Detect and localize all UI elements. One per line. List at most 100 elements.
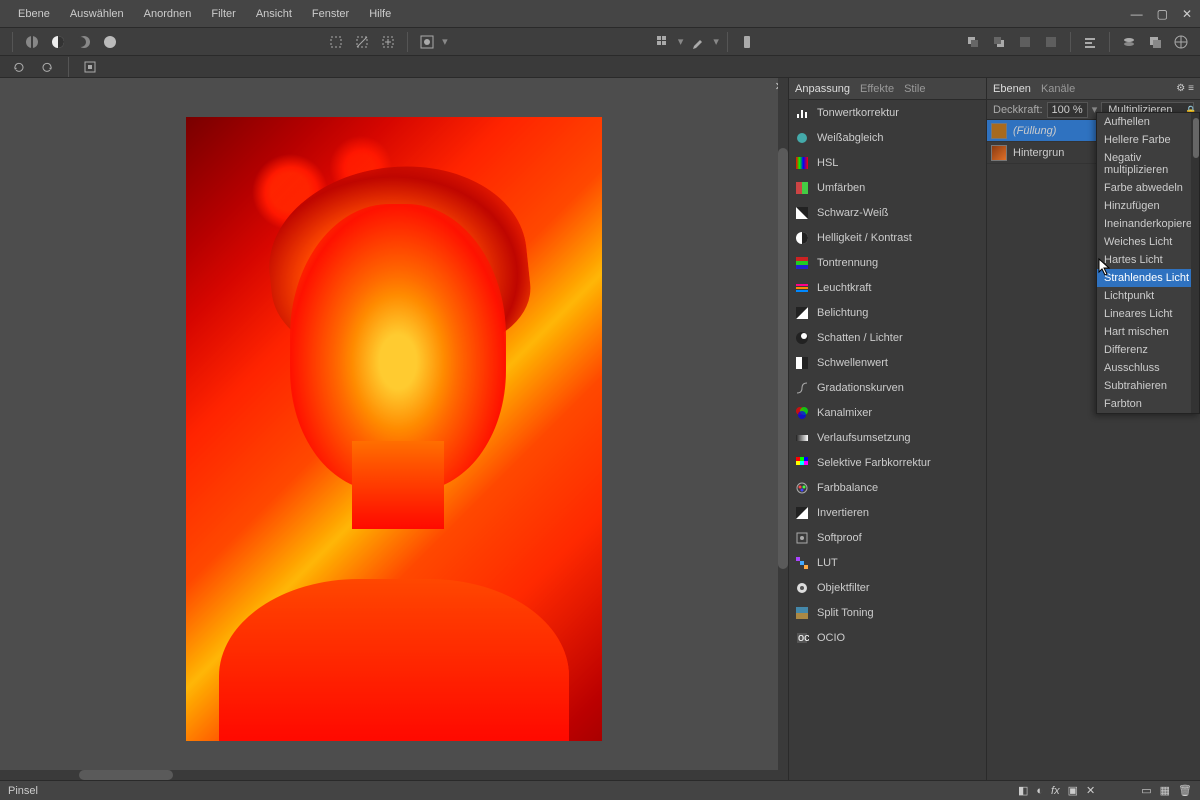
blend-option[interactable]: Hart mischen xyxy=(1097,323,1199,341)
adjustment-item-curves[interactable]: Gradationskurven xyxy=(789,375,986,400)
blend-option[interactable]: Ineinanderkopieren xyxy=(1097,215,1199,233)
adjustment-item-colorbal[interactable]: Farbbalance xyxy=(789,475,986,500)
panel-settings-icon[interactable]: ⚙ xyxy=(1176,83,1185,94)
align-disabled-2-icon xyxy=(1040,31,1062,53)
status-icon-1[interactable]: ◧ xyxy=(1018,784,1028,797)
dropdown-scrollbar[interactable] xyxy=(1193,118,1199,158)
info-icon[interactable] xyxy=(736,31,758,53)
reset-icon[interactable] xyxy=(8,56,30,78)
blend-option[interactable]: Ausschluss xyxy=(1097,359,1199,377)
adjustment-item-threshold[interactable]: Schwellenwert xyxy=(789,350,986,375)
blend-option[interactable]: Differenz xyxy=(1097,341,1199,359)
blend-option[interactable]: Farbe abwedeln xyxy=(1097,179,1199,197)
tab-kanaele[interactable]: Kanäle xyxy=(1041,83,1075,95)
menu-auswaehlen[interactable]: Auswählen xyxy=(60,8,134,20)
layers-stack-icon[interactable] xyxy=(1118,31,1140,53)
panel-menu-icon[interactable]: ≡ xyxy=(1188,83,1194,94)
adjustment-item-invert[interactable]: Invertieren xyxy=(789,500,986,525)
menu-anordnen[interactable]: Anordnen xyxy=(134,8,202,20)
tab-ebenen[interactable]: Ebenen xyxy=(993,83,1031,95)
blend-option[interactable]: Strahlendes Licht xyxy=(1097,269,1199,287)
grid-icon[interactable] xyxy=(652,31,674,53)
blend-option[interactable]: Hellere Farbe xyxy=(1097,131,1199,149)
adjustment-item-bw[interactable]: Schwarz-Weiß xyxy=(789,200,986,225)
adjustment-label: Schatten / Lichter xyxy=(817,332,903,344)
menu-ebene[interactable]: Ebene xyxy=(8,8,60,20)
adjustment-item-gradmap[interactable]: Verlaufsumsetzung xyxy=(789,425,986,450)
minimize-button[interactable]: — xyxy=(1131,7,1143,21)
tool-moon-icon[interactable] xyxy=(73,31,95,53)
maximize-button[interactable]: ▢ xyxy=(1157,7,1168,21)
tool-circle-solid-icon[interactable] xyxy=(99,31,121,53)
adjustment-item-channelmix[interactable]: Kanalmixer xyxy=(789,400,986,425)
status-icon-fx[interactable]: fx xyxy=(1051,785,1060,797)
globe-icon[interactable] xyxy=(1170,31,1192,53)
svg-text:oc: oc xyxy=(798,632,809,644)
adjustment-label: OCIO xyxy=(817,632,845,644)
adjustment-item-vibrance[interactable]: Leuchtkraft xyxy=(789,275,986,300)
adjustment-label: Invertieren xyxy=(817,507,869,519)
levels-icon xyxy=(795,106,809,120)
context-bar xyxy=(0,56,1200,78)
adjustment-item-levels[interactable]: Tonwertkorrektur xyxy=(789,100,986,125)
blend-option[interactable]: Weiches Licht xyxy=(1097,233,1199,251)
tool-contrast-icon[interactable] xyxy=(47,31,69,53)
menu-hilfe[interactable]: Hilfe xyxy=(359,8,401,20)
adjustment-item-softproof[interactable]: Softproof xyxy=(789,525,986,550)
scrollbar-horizontal[interactable] xyxy=(0,770,788,780)
layers-copy-icon[interactable] xyxy=(1144,31,1166,53)
blend-option[interactable]: Subtrahieren xyxy=(1097,377,1199,395)
adjustment-item-wb[interactable]: Weißabgleich xyxy=(789,125,986,150)
status-icon-4[interactable]: ▣ xyxy=(1068,784,1078,797)
adjustment-item-exposure[interactable]: Belichtung xyxy=(789,300,986,325)
adjustment-item-shadows[interactable]: Schatten / Lichter xyxy=(789,325,986,350)
status-icon-add[interactable]: ▦ xyxy=(1160,784,1170,797)
opacity-value[interactable]: 100 % xyxy=(1047,102,1088,118)
status-icon-trash[interactable]: 🗑 xyxy=(1178,784,1192,797)
menu-ansicht[interactable]: Ansicht xyxy=(246,8,302,20)
blend-option[interactable]: Lichtpunkt xyxy=(1097,287,1199,305)
adjustment-item-split[interactable]: Split Toning xyxy=(789,600,986,625)
blend-option[interactable]: Lineares Licht xyxy=(1097,305,1199,323)
ocio-icon: oc xyxy=(795,631,809,645)
align-back-icon[interactable] xyxy=(988,31,1010,53)
selection-rect-icon[interactable] xyxy=(325,31,347,53)
adjustment-label: LUT xyxy=(817,557,838,569)
menu-filter[interactable]: Filter xyxy=(201,8,245,20)
align-front-icon[interactable] xyxy=(962,31,984,53)
layer-thumb-icon xyxy=(991,145,1007,161)
blend-option[interactable]: Hartes Licht xyxy=(1097,251,1199,269)
adjustment-item-lut[interactable]: LUT xyxy=(789,550,986,575)
tab-anpassung[interactable]: Anpassung xyxy=(795,83,850,95)
blend-option[interactable]: Farbton xyxy=(1097,395,1199,413)
lut-icon xyxy=(795,556,809,570)
adjustment-item-lens[interactable]: Objektfilter xyxy=(789,575,986,600)
redo-icon[interactable] xyxy=(36,56,58,78)
close-button[interactable]: ✕ xyxy=(1182,7,1192,21)
blend-option[interactable]: Aufhellen xyxy=(1097,113,1199,131)
selection-diag-icon[interactable] xyxy=(351,31,373,53)
status-icon-folder[interactable]: ▭ xyxy=(1141,784,1151,797)
status-icon-2[interactable]: ◐ xyxy=(1036,785,1043,797)
quick-mask-icon[interactable] xyxy=(416,31,438,53)
tab-stile[interactable]: Stile xyxy=(904,83,925,95)
tool-circle-1-icon[interactable] xyxy=(21,31,43,53)
zoom-fit-icon[interactable] xyxy=(79,56,101,78)
blend-mode-dropdown[interactable]: AufhellenHellere FarbeNegativ multiplizi… xyxy=(1096,112,1200,414)
eye-dropper-icon[interactable] xyxy=(687,31,709,53)
tab-effekte[interactable]: Effekte xyxy=(860,83,894,95)
scrollbar-vertical[interactable] xyxy=(778,78,788,780)
adjustment-item-selectcol[interactable]: Selektive Farbkorrektur xyxy=(789,450,986,475)
selection-move-icon[interactable] xyxy=(377,31,399,53)
adjustment-item-hsl[interactable]: HSL xyxy=(789,150,986,175)
canvas-area[interactable]: ✕ xyxy=(0,78,788,780)
blend-option[interactable]: Hinzufügen xyxy=(1097,197,1199,215)
menu-fenster[interactable]: Fenster xyxy=(302,8,359,20)
adjustment-item-bc[interactable]: Helligkeit / Kontrast xyxy=(789,225,986,250)
status-icon-x[interactable]: ✕ xyxy=(1086,784,1095,797)
adjustment-item-recolor[interactable]: Umfärben xyxy=(789,175,986,200)
adjustment-item-ocio[interactable]: oc OCIO xyxy=(789,625,986,650)
distribute-icon[interactable] xyxy=(1079,31,1101,53)
adjustment-item-posterize[interactable]: Tontrennung xyxy=(789,250,986,275)
blend-option[interactable]: Negativ multiplizieren xyxy=(1097,149,1199,179)
